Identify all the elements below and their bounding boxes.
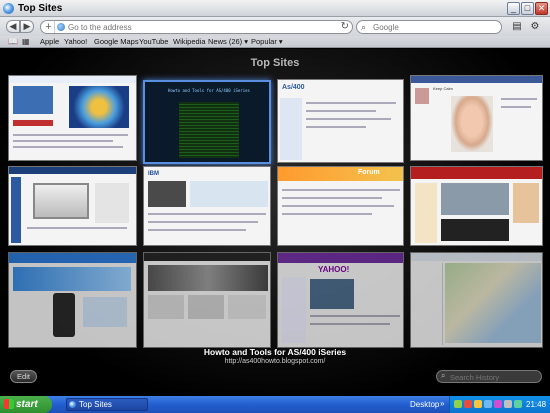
bookmark-youtube[interactable]: YouTube [139, 37, 168, 46]
site-thumbnail[interactable]: As/400 [277, 79, 404, 163]
site-thumbnail[interactable]: Forum [277, 166, 404, 246]
reload-icon[interactable]: ↻ [341, 21, 349, 33]
volume-icon[interactable] [504, 400, 512, 408]
search-icon: ⌕ [441, 371, 446, 380]
desktop-toolbar-label[interactable]: Desktop [410, 400, 439, 409]
site-thumbnail[interactable] [410, 166, 543, 246]
top-sites-view: Top Sites Howto and Tools for AS/400 iSe… [0, 49, 550, 396]
tray-icon[interactable] [474, 400, 482, 408]
start-button[interactable]: start [0, 396, 52, 413]
chevron-icon[interactable]: » [440, 399, 444, 408]
maximize-button[interactable]: □ [521, 2, 534, 15]
add-bookmark-icon[interactable]: + [43, 21, 55, 33]
navigation-toolbar: ◀ ▶ + ↻ ⌕ ▤ ⚙ [0, 17, 550, 36]
thumb-title-text: Howto and Tools for AS/400 iSeries [168, 88, 250, 93]
address-input[interactable] [68, 22, 338, 33]
window-title: Top Sites [18, 3, 63, 14]
thumb-logo-text: YAHOO! [318, 265, 350, 274]
tray-icon[interactable] [484, 400, 492, 408]
back-button[interactable]: ◀ [6, 20, 20, 33]
site-thumbnail[interactable] [8, 252, 137, 348]
search-input[interactable] [373, 22, 498, 33]
close-button[interactable]: ✕ [535, 2, 548, 15]
search-history-field[interactable]: ⌕ [436, 370, 542, 383]
tray-icon[interactable] [464, 400, 472, 408]
bookmarks-book-icon[interactable]: 📖 [8, 37, 18, 46]
top-sites-grid-icon[interactable]: ▦ [22, 37, 30, 46]
forward-button[interactable]: ▶ [20, 20, 34, 33]
thumb-logo-text: As/400 [282, 84, 305, 91]
globe-icon [57, 23, 65, 31]
taskbar-item-label: Top Sites [79, 400, 112, 409]
selected-site-title: Howto and Tools for AS/400 iSeries [203, 347, 347, 357]
site-thumbnail-selected[interactable]: Howto and Tools for AS/400 iSeries [143, 80, 271, 164]
title-bar: Top Sites _ □ ✕ [0, 0, 550, 17]
address-bar[interactable]: + ↻ [40, 20, 353, 34]
minimize-button[interactable]: _ [507, 2, 520, 15]
edit-button[interactable]: Edit [10, 370, 37, 383]
tray-icon[interactable] [514, 400, 522, 408]
windows-logo-icon [4, 399, 14, 409]
windows-taskbar: start Top Sites Desktop » 21:48 [0, 396, 550, 413]
bookmark-apple[interactable]: Apple [40, 37, 59, 46]
search-icon: ⌕ [361, 22, 367, 32]
system-clock: 21:48 [526, 400, 547, 409]
taskbar-item-top-sites[interactable]: Top Sites [66, 398, 148, 411]
tray-icon[interactable] [454, 400, 462, 408]
bookmark-popular-folder[interactable]: Popular ▾ [251, 37, 283, 46]
thumb-caption: Keep Calm [433, 86, 453, 91]
gear-icon[interactable]: ⚙ [527, 20, 543, 33]
site-thumbnail[interactable] [410, 252, 543, 348]
selected-site-url: http://as400howto.blogspot.com/ [224, 358, 326, 365]
page-menu-icon[interactable]: ▤ [509, 20, 525, 33]
site-thumbnail[interactable] [8, 166, 137, 246]
site-thumbnail[interactable]: YAHOO! [277, 252, 404, 348]
search-history-input[interactable] [450, 372, 538, 382]
search-bar[interactable]: ⌕ [356, 20, 502, 34]
thumb-logo-text: IBM [148, 171, 159, 177]
site-thumbnail[interactable]: IBM [143, 166, 271, 246]
site-thumbnail[interactable]: Keep Calm [410, 75, 543, 161]
bookmark-google-maps[interactable]: Google Maps [94, 37, 139, 46]
site-thumbnail[interactable] [8, 75, 137, 161]
start-label: start [16, 399, 38, 410]
top-sites-heading: Top Sites [250, 57, 300, 69]
bookmark-wikipedia[interactable]: Wikipedia [173, 37, 206, 46]
thumb-logo-text: Forum [358, 169, 380, 176]
bookmarks-bar: 📖 ▦ Apple Yahoo! Google Maps YouTube Wik… [0, 36, 550, 48]
bookmark-yahoo[interactable]: Yahoo! [64, 37, 87, 46]
safari-app-icon [69, 401, 76, 408]
site-thumbnail[interactable] [143, 252, 271, 348]
safari-app-icon [3, 3, 14, 14]
tray-icon[interactable] [494, 400, 502, 408]
bookmark-news-folder[interactable]: News (26) ▾ [208, 37, 248, 46]
